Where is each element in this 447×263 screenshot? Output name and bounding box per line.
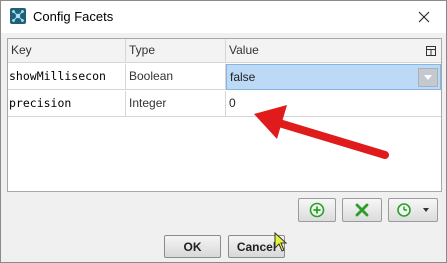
chevron-down-icon <box>424 75 432 80</box>
column-menu-button[interactable] <box>421 39 441 63</box>
column-header-type[interactable]: Type <box>126 39 226 63</box>
remove-button[interactable] <box>342 198 382 222</box>
facets-table: Key Type Value showMillisecon Boolean fa… <box>7 38 442 192</box>
column-header-key[interactable]: Key <box>8 39 126 63</box>
window-title: Config Facets <box>33 9 114 24</box>
table-row[interactable]: precision Integer 0 <box>8 91 441 117</box>
row-type-cell[interactable]: Boolean <box>126 64 226 90</box>
app-icon <box>10 8 26 24</box>
add-icon <box>309 202 325 218</box>
history-icon <box>397 203 411 217</box>
row-key-cell[interactable]: showMillisecon <box>8 64 126 90</box>
row-value-text: false <box>230 70 256 84</box>
row-type-cell[interactable]: Integer <box>126 91 226 117</box>
remove-icon <box>355 203 369 217</box>
close-button[interactable] <box>402 1 446 33</box>
title-bar: Config Facets <box>1 1 446 33</box>
row-value-cell[interactable]: 0 <box>226 91 441 117</box>
row-value-dropdown[interactable]: false <box>226 64 441 90</box>
table-row[interactable]: showMillisecon Boolean false <box>8 64 441 90</box>
ok-button[interactable]: OK <box>164 235 221 258</box>
history-button[interactable] <box>388 198 438 222</box>
cancel-button[interactable]: Cancel <box>228 235 285 258</box>
dropdown-button[interactable] <box>418 68 438 87</box>
column-header-value[interactable]: Value <box>226 39 420 63</box>
row-key-cell[interactable]: precision <box>8 91 126 117</box>
dialog-content: Key Type Value showMillisecon Boolean fa… <box>1 33 446 262</box>
add-button[interactable] <box>298 198 336 222</box>
table-header: Key Type Value <box>8 39 441 63</box>
column-menu-icon <box>426 46 436 56</box>
config-facets-dialog: Config Facets Key Type Value showMillise… <box>0 0 447 263</box>
close-icon <box>418 11 430 23</box>
chevron-down-icon <box>423 207 429 212</box>
